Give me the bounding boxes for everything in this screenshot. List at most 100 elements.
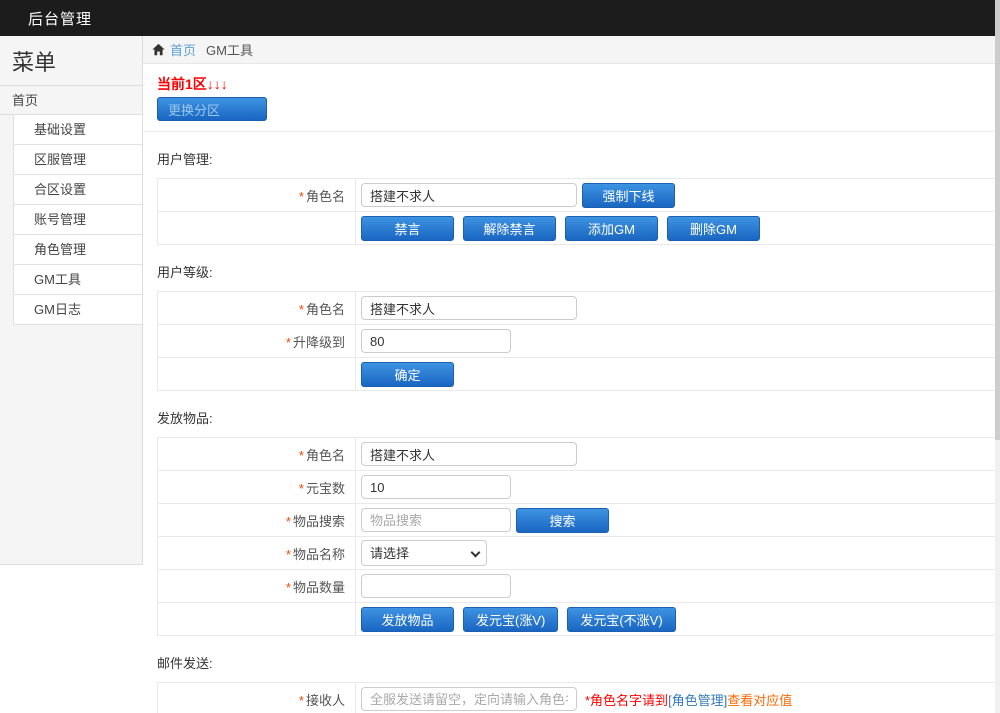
table-row: *物品数量 (158, 570, 1000, 603)
sidebar-item-account-management[interactable]: 账号管理 (13, 204, 142, 235)
field-label: 角色名 (306, 189, 345, 204)
field-label-cell: *接收人 (158, 683, 356, 713)
field-label: 物品数量 (293, 580, 345, 595)
field-label-cell: *角色名 (158, 438, 356, 471)
sidebar-item-gm-logs[interactable]: GM日志 (13, 294, 142, 325)
field-label-cell: *角色名 (158, 292, 356, 325)
item-name-select-wrap: 请选择 (361, 540, 487, 566)
table-row: *元宝数 (158, 471, 1000, 504)
form-table: *角色名 强制下线禁言解除禁言添加GM 删除GM (157, 178, 1000, 245)
level-input[interactable] (361, 329, 511, 353)
sidebar-title: 菜单 (0, 36, 142, 85)
give-yuanbao-vip-button[interactable]: 发元宝(涨V) (463, 607, 558, 632)
add-gm-button[interactable]: 添加GM (565, 216, 658, 241)
field-label-cell: *物品数量 (158, 570, 356, 603)
topbar: 后台管理 (0, 0, 1000, 36)
item-quantity-input[interactable] (361, 574, 511, 598)
field-control-cell (356, 325, 1000, 358)
sidebar: 菜单 首页 基础设置区服管理合区设置账号管理角色管理GM工具GM日志 (0, 36, 143, 565)
give-yuanbao-novip-button[interactable]: 发元宝(不涨V) (567, 607, 675, 632)
field-label-cell (158, 603, 356, 636)
sidebar-item-home[interactable]: 首页 (0, 85, 142, 115)
field-label: 角色名 (306, 448, 345, 463)
sidebar-item-role-management[interactable]: 角色管理 (13, 234, 142, 265)
recipient-input[interactable] (361, 687, 577, 711)
field-control-cell: 发放物品发元宝(涨V) 发元宝(不涨V) (356, 603, 1000, 636)
field-label-cell: *升降级到 (158, 325, 356, 358)
item-search-input[interactable] (361, 508, 511, 532)
role-name-hint: *角色名字请到[角色管理]查看对应值 (585, 693, 792, 708)
required-asterisk: * (299, 693, 304, 708)
field-label-cell: *角色名 (158, 179, 356, 212)
unmute-button[interactable]: 解除禁言 (463, 216, 556, 241)
yuanbao-count-input[interactable] (361, 475, 511, 499)
form-table: *接收人*角色名字请到[角色管理]查看对应值*标题 (157, 682, 1000, 713)
required-asterisk: * (299, 189, 304, 204)
section-mail-send: 邮件发送:*接收人*角色名字请到[角色管理]查看对应值*标题 (157, 653, 1000, 713)
sidebar-menu: 基础设置区服管理合区设置账号管理角色管理GM工具GM日志 (0, 114, 142, 325)
field-label-cell (158, 212, 356, 245)
section-title: 发放物品: (157, 408, 1000, 427)
switch-zone-button[interactable]: 更换分区 (157, 97, 267, 121)
breadcrumb-home-link[interactable]: 首页 (170, 40, 196, 59)
role-name-input[interactable] (361, 442, 577, 466)
form-table: *角色名*升降级到确定 (157, 291, 1000, 391)
layout: 菜单 首页 基础设置区服管理合区设置账号管理角色管理GM工具GM日志 首页 GM… (0, 36, 1000, 713)
field-label: 物品名称 (293, 547, 345, 562)
required-asterisk: * (286, 580, 291, 595)
section-user-management: 用户管理:*角色名强制下线禁言解除禁言添加GM删除GM (157, 149, 1000, 245)
hint-part-link[interactable]: [角色管理] (668, 693, 727, 708)
separator (143, 131, 1000, 132)
field-control-cell (356, 438, 1000, 471)
vertical-scrollbar[interactable] (995, 0, 1000, 713)
remove-gm-button[interactable]: 删除GM (667, 216, 760, 241)
sidebar-item-basic-settings[interactable]: 基础设置 (13, 114, 142, 145)
sidebar-column: 菜单 首页 基础设置区服管理合区设置账号管理角色管理GM工具GM日志 (0, 36, 143, 713)
role-name-input[interactable] (361, 296, 577, 320)
field-control-cell (356, 471, 1000, 504)
sidebar-item-merge-settings[interactable]: 合区设置 (13, 174, 142, 205)
breadcrumb: 首页 GM工具 (143, 36, 1000, 64)
required-asterisk: * (299, 302, 304, 317)
field-label-cell: *物品搜索 (158, 504, 356, 537)
table-row: *角色名 (158, 438, 1000, 471)
required-asterisk: * (286, 335, 291, 350)
confirm-button[interactable]: 确定 (361, 362, 454, 387)
mute-button[interactable]: 禁言 (361, 216, 454, 241)
field-control-cell (356, 570, 1000, 603)
section-title: 邮件发送: (157, 653, 1000, 672)
field-control-cell: 确定 (356, 358, 1000, 391)
screen: 后台管理 菜单 首页 基础设置区服管理合区设置账号管理角色管理GM工具GM日志 … (0, 0, 1000, 713)
hint-part: 查看对应值 (727, 693, 792, 708)
form-sections: 用户管理:*角色名强制下线禁言解除禁言添加GM删除GM用户等级:*角色名*升降级… (157, 149, 1000, 713)
table-row: *升降级到 (158, 325, 1000, 358)
table-row: *接收人 *角色名字请到[角色管理]查看对应值 (158, 683, 1000, 713)
field-label-cell: *元宝数 (158, 471, 356, 504)
role-name-input[interactable] (361, 183, 577, 207)
give-item-button[interactable]: 发放物品 (361, 607, 454, 632)
home-icon (152, 43, 165, 56)
force-offline-button[interactable]: 强制下线 (582, 183, 675, 208)
section-user-level: 用户等级:*角色名*升降级到确定 (157, 262, 1000, 391)
hint-part: *角色名字请到 (585, 693, 668, 708)
app-title: 后台管理 (0, 8, 92, 29)
search-button[interactable]: 搜索 (516, 508, 609, 533)
required-asterisk: * (286, 514, 291, 529)
field-control-cell: 搜索 (356, 504, 1000, 537)
sidebar-item-server-management[interactable]: 区服管理 (13, 144, 142, 175)
required-asterisk: * (286, 547, 291, 562)
field-control-cell: *角色名字请到[角色管理]查看对应值 (356, 683, 1000, 713)
section-give-items: 发放物品:*角色名*元宝数*物品搜索搜索*物品名称请选择*物品数量发放物品发元宝… (157, 408, 1000, 636)
item-name-select[interactable]: 请选择 (361, 540, 487, 566)
content: 当前1区↓↓↓ 更换分区 用户管理:*角色名强制下线禁言解除禁言添加GM删除GM… (143, 64, 1000, 713)
field-control-cell: 强制下线 (356, 179, 1000, 212)
table-row: *物品名称 请选择 (158, 537, 1000, 570)
zone-notice: 当前1区↓↓↓ (157, 74, 1000, 92)
breadcrumb-current: GM工具 (206, 40, 253, 59)
table-row: 发放物品发元宝(涨V) 发元宝(不涨V) (158, 603, 1000, 636)
main-panel: 首页 GM工具 当前1区↓↓↓ 更换分区 用户管理:*角色名强制下线禁言解除禁言… (143, 36, 1000, 713)
field-label: 物品搜索 (293, 514, 345, 529)
field-label: 接收人 (306, 693, 345, 708)
scrollbar-thumb[interactable] (995, 0, 1000, 440)
sidebar-item-gm-tools[interactable]: GM工具 (13, 264, 142, 295)
